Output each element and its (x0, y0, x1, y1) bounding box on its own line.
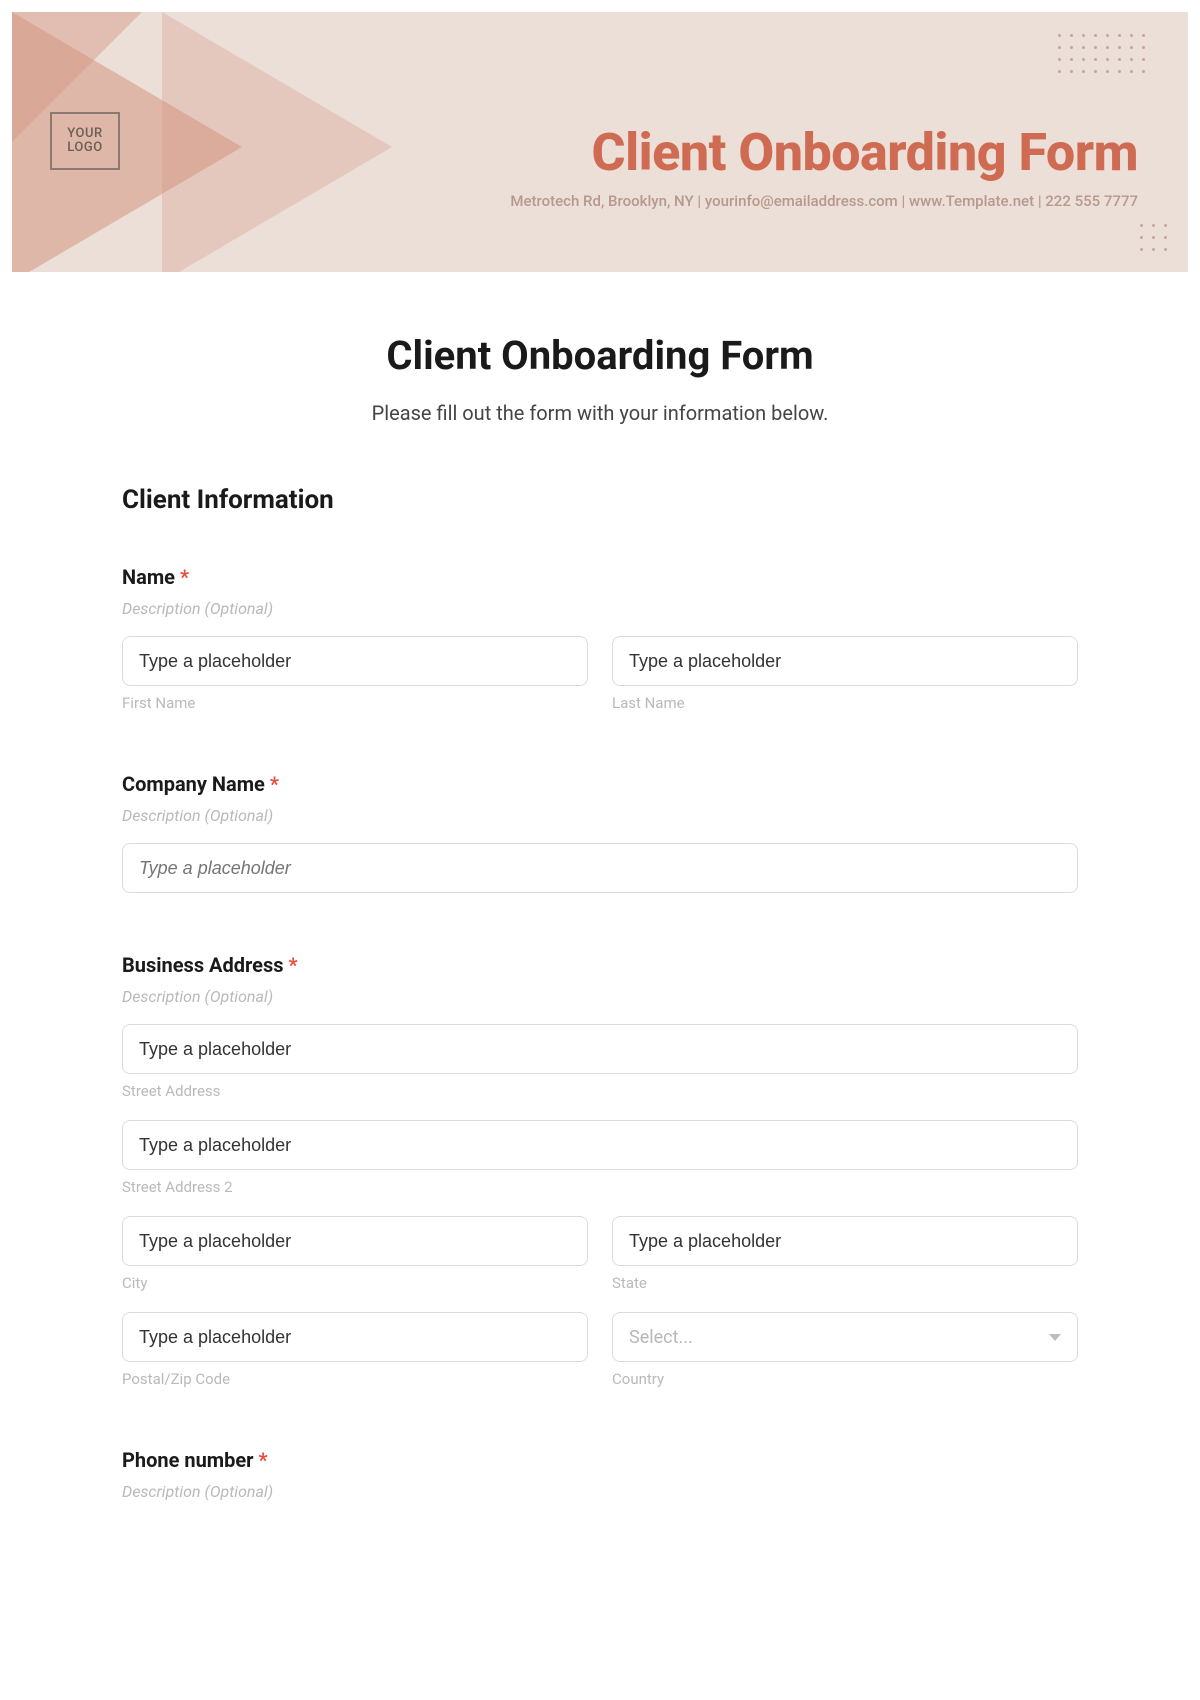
field-name: Name * Description (Optional) First Name… (122, 565, 1078, 712)
field-description[interactable]: Description (Optional) (122, 806, 1078, 825)
label-text: Phone number (122, 1448, 253, 1472)
city-input[interactable] (122, 1216, 588, 1266)
banner-address: Metrotech Rd, Brooklyn, NY (510, 192, 693, 210)
field-description[interactable]: Description (Optional) (122, 599, 1078, 618)
sublabel-postal: Postal/Zip Code (122, 1370, 588, 1388)
form-content: Client Onboarding Form Please fill out t… (12, 272, 1188, 1501)
label-text: Name (122, 565, 175, 589)
select-placeholder: Select... (629, 1327, 693, 1348)
sublabel-state: State (612, 1274, 1078, 1292)
required-mark: * (270, 772, 279, 796)
required-mark: * (289, 953, 298, 977)
country-select[interactable]: Select... (612, 1312, 1078, 1362)
logo-placeholder: YOUR LOGO (50, 112, 120, 170)
banner-phone: 222 555 7777 (1045, 192, 1138, 210)
field-phone-number: Phone number * Description (Optional) (122, 1448, 1078, 1501)
form-subtitle: Please fill out the form with your infor… (122, 401, 1078, 425)
field-description[interactable]: Description (Optional) (122, 987, 1078, 1006)
street-address-input[interactable] (122, 1024, 1078, 1074)
street-address-2-input[interactable] (122, 1120, 1078, 1170)
banner-website: www.Template.net (909, 192, 1034, 210)
header-banner: YOUR LOGO Client Onboarding Form Metrote… (12, 12, 1188, 272)
separator: | (697, 192, 704, 210)
field-business-address: Business Address * Description (Optional… (122, 953, 1078, 1388)
state-input[interactable] (612, 1216, 1078, 1266)
field-label-company: Company Name * (122, 772, 1078, 796)
decorative-dots (1140, 224, 1170, 254)
banner-contact-line: Metrotech Rd, Brooklyn, NY | yourinfo@em… (212, 192, 1138, 210)
sublabel-last-name: Last Name (612, 694, 1078, 712)
separator: | (901, 192, 908, 210)
last-name-input[interactable] (612, 636, 1078, 686)
sublabel-street: Street Address (122, 1082, 1078, 1100)
company-name-input[interactable] (122, 843, 1078, 893)
postal-code-input[interactable] (122, 1312, 588, 1362)
field-label-name: Name * (122, 565, 1078, 589)
field-company-name: Company Name * Description (Optional) (122, 772, 1078, 893)
label-text: Business Address (122, 953, 284, 977)
page: YOUR LOGO Client Onboarding Form Metrote… (0, 0, 1200, 1531)
required-mark: * (258, 1448, 267, 1472)
sublabel-country: Country (612, 1370, 1078, 1388)
form-title: Client Onboarding Form (122, 332, 1078, 379)
banner-title: Client Onboarding Form (212, 122, 1138, 183)
first-name-input[interactable] (122, 636, 588, 686)
field-label-phone: Phone number * (122, 1448, 1078, 1472)
label-text: Company Name (122, 772, 265, 796)
field-description[interactable]: Description (Optional) (122, 1482, 1078, 1501)
field-label-address: Business Address * (122, 953, 1078, 977)
section-client-information: Client Information (122, 485, 1078, 515)
sublabel-city: City (122, 1274, 588, 1292)
decorative-dots (1058, 34, 1148, 76)
sublabel-street2: Street Address 2 (122, 1178, 1078, 1196)
chevron-down-icon (1049, 1334, 1061, 1341)
sublabel-first-name: First Name (122, 694, 588, 712)
banner-email: yourinfo@emailaddress.com (705, 192, 898, 210)
required-mark: * (180, 565, 189, 589)
